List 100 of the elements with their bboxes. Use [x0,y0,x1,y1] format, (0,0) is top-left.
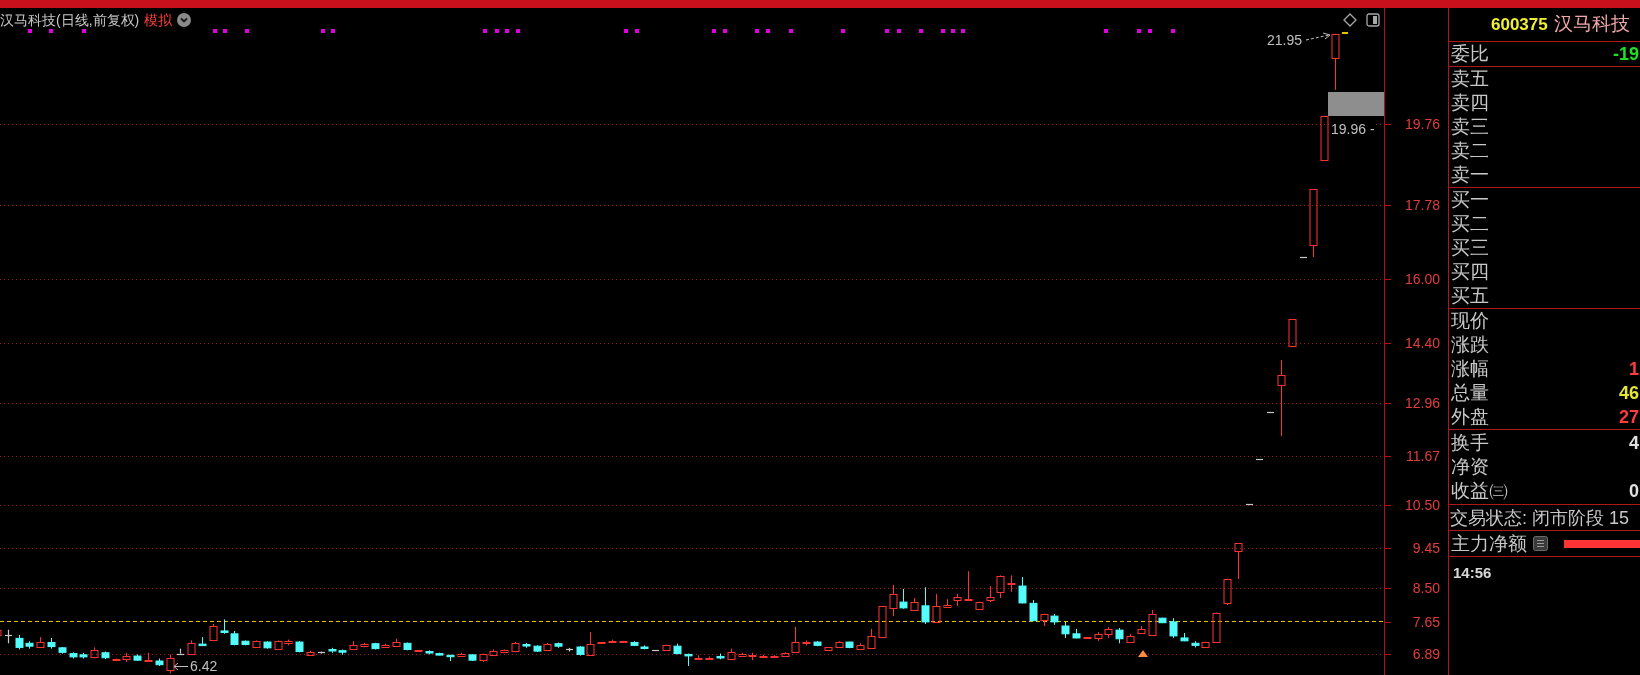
trading-status-text: 交易状态: 闭市阶段 15 [1450,506,1630,530]
candlestick [1126,633,1135,643]
field-label: 涨幅 [1451,357,1489,381]
dot-marker-icon [712,29,716,33]
candlestick [511,641,520,652]
candlestick [1245,503,1254,506]
candlestick [263,640,272,650]
candlestick [1320,115,1329,161]
candlestick [468,653,477,662]
candlestick [241,639,250,646]
candlestick [770,654,779,658]
candlestick [813,640,822,647]
list-icon[interactable] [1533,536,1548,551]
shaded-block [1328,92,1384,116]
price-readout-label: 19.96 - [1331,121,1375,137]
low-price-label: 6.42 [190,659,218,674]
candlestick [1180,632,1189,642]
panel-toggle-icon[interactable] [1366,13,1380,27]
candlestick [1255,458,1264,461]
candlestick [996,574,1005,599]
candlestick [802,639,811,646]
dot-marker-icon [516,29,520,33]
candlestick [1040,613,1049,627]
candlestick [1050,613,1059,626]
field-label: 涨跌 [1451,333,1489,357]
dot-marker-icon [841,29,845,33]
triangle-marker-icon [1138,650,1148,657]
dot-marker-icon [49,29,53,33]
high-price-label: 21.95 [1267,32,1303,48]
candlestick [1094,631,1103,642]
candlestick [533,644,542,653]
dot-marker-icon [245,29,249,33]
price-axis-label: 10.50 [1403,497,1440,513]
candlestick [554,641,563,649]
candlestick [500,648,509,653]
dot-marker-icon [961,29,965,33]
field-label: 净资 [1451,455,1489,479]
dot-marker-icon [483,29,487,33]
ask-level-label: 卖三 [1451,115,1489,139]
field-label: 收益㈢ [1451,479,1508,503]
candlestick [1104,626,1113,639]
candlestick [133,653,142,662]
candlestick [220,618,229,635]
candlestick [1115,627,1124,644]
price-axis-label: 8.50 [1411,580,1440,596]
candlestick [565,647,574,653]
dot-marker-icon [1137,29,1141,33]
dot-marker-icon [82,29,86,33]
field-label: 委比 [1451,42,1489,66]
dot-marker-icon [766,29,770,33]
dot-marker-icon [941,29,945,33]
candlestick [349,640,358,650]
candlestick [252,639,261,648]
candlestick [1331,33,1340,91]
candlestick [953,593,962,607]
candlestick [414,649,423,652]
candlestick [673,643,682,655]
dot-marker-icon [331,29,335,33]
dot-marker-icon [789,29,793,33]
dot-marker-icon [951,29,955,33]
field-value: 1 [1629,358,1639,381]
field-label: 换手 [1451,431,1489,455]
candlestick [1007,574,1016,593]
candlestick [1029,599,1038,622]
ask-level-label: 卖五 [1451,67,1489,91]
price-axis-label: 7.65 [1411,614,1440,630]
dot-marker-icon [897,29,901,33]
candlestick [1061,621,1070,639]
mode-label: 模拟 [144,11,173,29]
chevron-down-icon[interactable] [177,13,192,27]
pointer-arrow [173,662,189,671]
candlestick [1234,543,1243,580]
chart-title: 汉马科技(日线,前复权) [0,11,140,29]
field-value: 46 [1618,382,1639,405]
candlestick [1288,319,1297,347]
price-axis-label: 11.67 [1405,448,1440,464]
candlestick [608,639,617,643]
candlestick [4,629,13,644]
candlestick [705,655,714,660]
candlestick [867,628,876,649]
candlestick [144,652,153,662]
candlestick [651,649,660,652]
field-label: 主力净额 [1451,531,1527,556]
candlestick [1072,628,1081,639]
candlestick [90,646,99,660]
candlestick [910,597,919,611]
candlestick [1223,578,1232,606]
candlestick [856,642,865,650]
stock-name: 汉马科技 [1553,12,1630,37]
time-label: 14:56 [1453,564,1492,581]
diamond-icon[interactable] [1343,13,1357,27]
candlestick [230,630,239,646]
field-label: 外盘 [1451,405,1489,429]
candlestick [727,648,736,660]
candlestick [1137,625,1146,634]
candlestick [1083,637,1092,639]
dot-marker-icon [1148,29,1152,33]
candlestick [187,639,196,655]
candlestick [878,605,887,638]
field-value: 27 [1618,406,1639,429]
